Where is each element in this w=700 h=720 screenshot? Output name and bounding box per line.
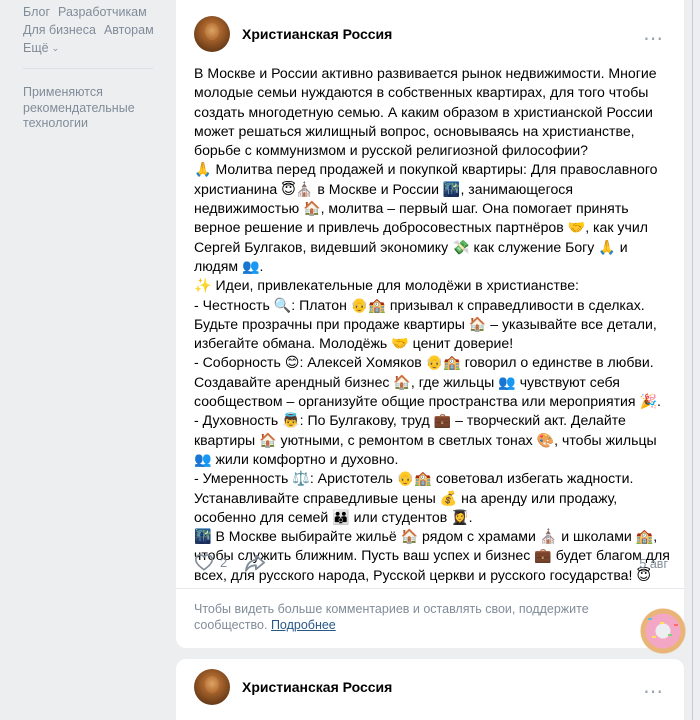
- post-card: Христианская Россия ⋯ В Москве и России …: [176, 0, 684, 648]
- footer-links: Блог Разработчикам Для бизнеса Авторам Ещё…: [23, 3, 163, 57]
- comments-notice-text: Чтобы видеть больше комментариев и остав…: [194, 602, 589, 632]
- post-author[interactable]: Христианская Россия: [242, 26, 392, 42]
- like-button[interactable]: 2: [194, 553, 227, 571]
- footer-link-business[interactable]: Для бизнеса: [23, 23, 96, 37]
- heart-icon: [195, 554, 213, 571]
- comments-more-link[interactable]: Подробнее: [271, 618, 336, 632]
- more-options-icon[interactable]: ⋯: [643, 29, 664, 49]
- chevron-down-icon: ⌄: [51, 43, 60, 53]
- left-sidebar: Блог Разработчикам Для бизнеса Авторам Ещё…: [0, 0, 160, 720]
- sidebar-divider: [23, 68, 153, 69]
- next-post-card: Христианская Россия ⋯: [176, 659, 684, 720]
- post-actions: 2 5 авг: [194, 553, 668, 577]
- comments-notice: Чтобы видеть больше комментариев и остав…: [194, 601, 614, 633]
- community-avatar[interactable]: [194, 669, 230, 705]
- comments-divider: [176, 588, 684, 589]
- donut-icon[interactable]: [640, 608, 686, 654]
- recommendation-notice[interactable]: Применяются рекомендательные технологии: [23, 85, 153, 132]
- footer-more-button[interactable]: Ещё ⌄: [23, 39, 163, 57]
- feed-right-border: [692, 0, 693, 720]
- footer-more-label: Ещё: [23, 41, 49, 55]
- share-button[interactable]: [244, 553, 266, 578]
- community-avatar[interactable]: [194, 16, 230, 52]
- share-icon: [245, 554, 266, 572]
- footer-link-developers[interactable]: Разработчикам: [58, 5, 147, 19]
- post-date[interactable]: 5 авг: [639, 557, 668, 571]
- footer-link-authors[interactable]: Авторам: [104, 23, 154, 37]
- post-text: В Москве и России активно развивается ры…: [194, 65, 670, 583]
- post-author[interactable]: Христианская Россия: [242, 679, 392, 695]
- more-options-icon[interactable]: ⋯: [643, 682, 664, 702]
- footer-link-blog[interactable]: Блог: [23, 5, 50, 19]
- like-count: 2: [220, 554, 228, 570]
